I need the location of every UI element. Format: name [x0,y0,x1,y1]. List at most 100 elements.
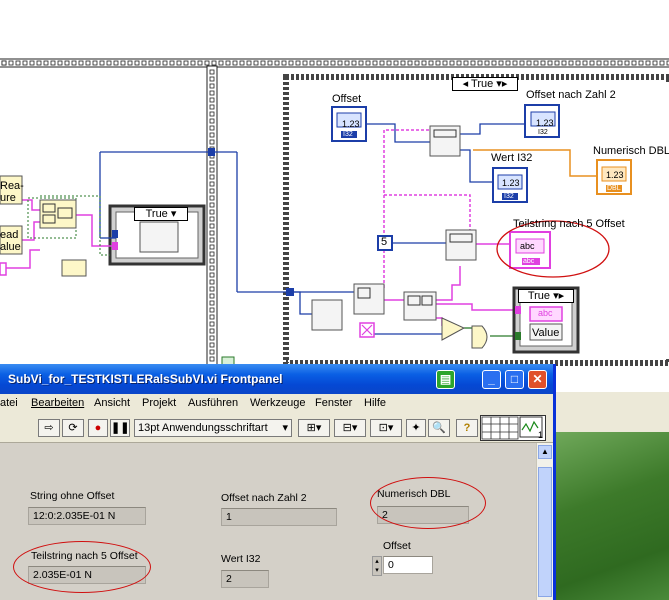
search-icon[interactable]: 🔍 [428,419,450,437]
film-hole [209,209,215,215]
wert-i32-value: 1.23 [502,178,520,188]
film-hole [209,356,215,362]
connector-pane-grid-icon [481,416,543,440]
resize-objects-icon[interactable]: ⊡▾ [370,419,402,437]
run-indicator-icon[interactable]: ▤ [436,370,455,389]
film-hole [491,60,497,66]
film-hole [638,60,644,66]
teilstring-annotation [13,541,151,593]
film-hole [218,60,224,66]
and-node[interactable] [471,325,488,349]
offset-terminal-value: 1.23 [342,119,360,129]
connector-pane-number: 1 [537,430,543,440]
menu-werkzeuge[interactable]: Werkzeuge [250,397,305,409]
run-arrow-icon[interactable]: ⇨ [38,419,60,437]
offset-increment-decrement-icon[interactable]: ▴ ▾ [372,556,382,576]
menu-fenster[interactable]: Fenster [315,397,352,409]
help-icon[interactable]: ? [456,419,478,437]
film-hole [281,60,287,66]
numerisch-dbl-value: 1.23 [606,170,624,180]
film-hole [512,60,518,66]
film-hole [526,60,532,66]
array-index-node[interactable] [61,259,87,277]
numerisch-dbl-annotation [370,477,486,529]
film-hole [106,60,112,66]
menu-datei[interactable]: atei [0,397,18,409]
film-hole [568,60,574,66]
offset-control[interactable]: 0 [383,556,433,574]
font-select[interactable]: 13pt Anwendungsschriftart ▾ [134,419,292,437]
numerisch-dbl-type: DBL [607,185,621,192]
close-button[interactable]: ✕ [528,370,547,389]
offset-nach-zahl-2-indicator[interactable]: 1 [221,508,337,526]
film-hole [29,60,35,66]
film-hole [1,60,7,66]
align-objects-icon[interactable]: ⊞▾ [298,419,330,437]
film-hole [190,60,196,66]
menu-projekt[interactable]: Projekt [142,397,176,409]
film-hole [337,60,343,66]
film-hole [477,60,483,66]
film-hole [554,60,560,66]
film-hole [8,60,14,66]
film-hole [561,60,567,66]
film-hole [211,60,217,66]
menu-ansicht[interactable]: Ansicht [94,397,130,409]
scroll-thumb[interactable] [538,467,552,597]
distribute-objects-icon[interactable]: ⊟▾ [334,419,366,437]
menu-hilfe[interactable]: Hilfe [364,397,386,409]
film-hole [449,60,455,66]
film-hole [575,60,581,66]
string-ohne-offset-indicator[interactable]: 12:0:2.035E-01 N [28,507,146,525]
block-diagram-scrollbar[interactable] [556,392,669,432]
film-hole [141,60,147,66]
left-label-rea: Rea- [0,180,24,192]
film-hole [209,258,215,264]
film-hole [209,174,215,180]
front-panel-window[interactable]: SubVi_for_TESTKISTLERalsSubVI.vi Frontpa… [0,364,556,600]
wert-i32-indicator[interactable]: 2 [221,570,269,588]
minimize-button[interactable]: _ [482,370,501,389]
film-hole [225,60,231,66]
value-property-label: Value [532,327,560,339]
offset-nach-zahl-2-value: 1.23 [536,118,554,128]
offset-nach-zahl-2-type: I32 [538,129,548,136]
property-node-n[interactable] [311,299,343,331]
maximize-button[interactable]: □ [505,370,524,389]
film-hole [498,60,504,66]
menu-bearbeiten[interactable]: Bearbeiten [31,397,84,409]
film-hole [470,60,476,66]
film-hole [43,60,49,66]
vertical-scrollbar[interactable]: ▲ [536,443,553,600]
inner-case-selector[interactable]: True ▾▸ [518,289,574,303]
abort-icon[interactable]: ● [88,419,108,437]
pause-icon[interactable]: ❚❚ [110,419,130,437]
property-node-left[interactable] [139,221,179,253]
film-hole [274,60,280,66]
film-hole [50,60,56,66]
left-label-ure: ure [0,192,16,204]
left-case-selector[interactable]: True ▾ [134,207,188,221]
film-hole [484,60,490,66]
film-hole [379,60,385,66]
outer-case-selector[interactable]: ◂ True ▾▸ [452,77,518,91]
menu-ausfuehren[interactable]: Ausführen [188,397,238,409]
film-hole [351,60,357,66]
film-hole [209,104,215,110]
film-hole [176,60,182,66]
offset-nach-zahl-2-fp-label: Offset nach Zahl 2 [221,492,307,504]
film-hole [316,60,322,66]
film-hole [120,60,126,66]
film-hole [631,60,637,66]
film-hole [239,60,245,66]
title-bar[interactable]: SubVi_for_TESTKISTLERalsSubVI.vi Frontpa… [0,364,553,394]
reorder-icon[interactable]: ✦ [406,419,426,437]
connector-pane-icon[interactable]: 1 [480,415,546,441]
film-hole [209,216,215,222]
teilstring-terminal-label: Teilstring nach 5 Offset [513,218,625,230]
film-hole [652,60,658,66]
run-continuously-icon[interactable]: ⟳ [62,419,84,437]
film-hole [295,60,301,66]
scroll-up-button[interactable]: ▲ [538,445,552,459]
film-hole [64,60,70,66]
